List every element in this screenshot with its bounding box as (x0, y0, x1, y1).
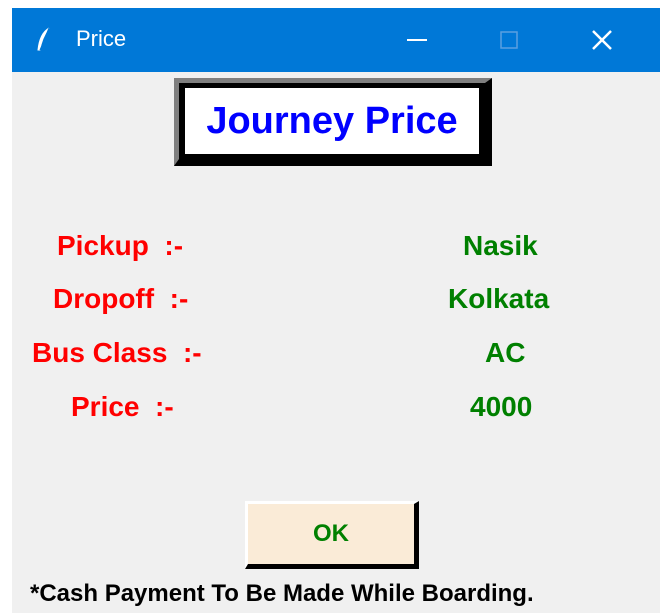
ok-button-label: OK (313, 520, 349, 547)
dropoff-value: Kolkata (448, 283, 550, 314)
window-title: Price (76, 26, 127, 51)
bus-class-label: Bus Class :- (32, 337, 202, 368)
page-title: Journey Price (206, 99, 458, 142)
title-bar[interactable]: Price (12, 8, 660, 72)
heading-panel: Journey Price (185, 88, 479, 154)
heading-frame: Journey Price (174, 78, 492, 166)
feather-icon (34, 26, 54, 54)
bus-class-value: AC (485, 337, 526, 368)
close-icon[interactable] (567, 8, 637, 72)
pickup-value: Nasik (463, 230, 538, 261)
dropoff-label: Dropoff :- (53, 283, 189, 314)
price-window: Price Journey Price Pickup :- Nasik Drop… (12, 8, 660, 613)
pickup-label: Pickup :- (57, 230, 184, 261)
minimize-icon[interactable] (382, 8, 452, 72)
ok-button[interactable]: OK (245, 501, 419, 569)
price-label: Price :- (71, 391, 174, 422)
maximize-icon[interactable] (474, 8, 544, 72)
price-value: 4000 (470, 391, 533, 422)
payment-note: *Cash Payment To Be Made While Boarding. (30, 580, 534, 607)
